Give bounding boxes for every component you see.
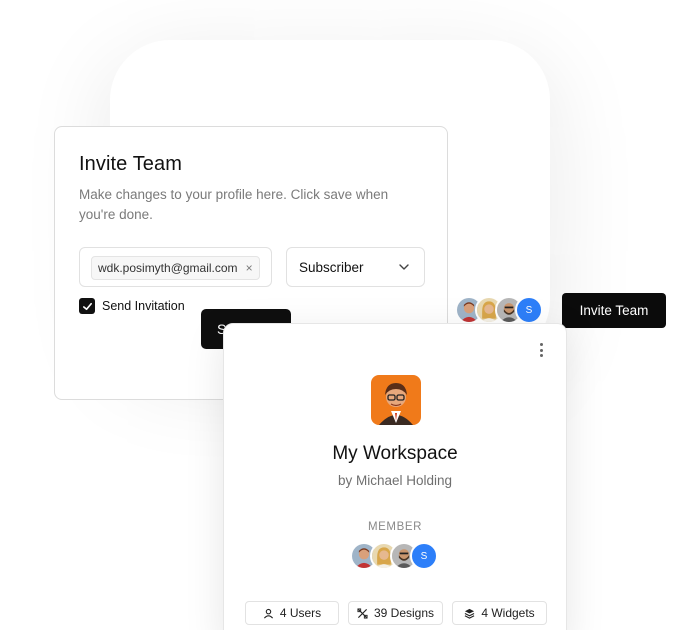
workspace-title: My Workspace (332, 443, 458, 464)
designs-stat-label: 39 Designs (373, 606, 435, 620)
send-invitation-label: Send Invitation (102, 299, 185, 313)
email-chip-text: wdk.posimyth@gmail.com (98, 261, 238, 275)
users-stat-label: 4 Users (279, 606, 322, 620)
workspace-stats: 4 Users 39 Designs 4 Widgets (245, 601, 547, 625)
role-select-value: Subscriber (299, 259, 364, 275)
team-avatar-group: S (455, 296, 543, 324)
chip-close-icon[interactable]: × (246, 262, 253, 274)
member-label: MEMBER (367, 521, 423, 533)
business-person-icon (371, 375, 421, 425)
workspace-card: My Workspace by Michael Holding MEMBER S… (223, 323, 567, 630)
avatar-initial: S (410, 542, 438, 570)
users-stat: 4 Users (245, 601, 339, 625)
layers-icon (464, 608, 475, 619)
workspace-logo (371, 375, 421, 425)
more-options-icon[interactable] (536, 342, 546, 358)
check-icon (82, 302, 92, 310)
chevron-down-icon (399, 264, 409, 270)
designs-stat: 39 Designs (348, 601, 443, 625)
invite-card-description: Make changes to your profile here. Click… (79, 187, 389, 222)
invite-team-button[interactable]: Invite Team (562, 293, 666, 328)
send-invitation-checkbox[interactable] (79, 298, 95, 314)
member-avatar-group: S (350, 542, 438, 570)
user-icon (263, 608, 273, 618)
invite-card-title: Invite Team (79, 153, 183, 175)
widgets-stat-label: 4 Widgets (481, 606, 535, 620)
role-select[interactable]: Subscriber (286, 247, 425, 287)
send-invitation-row: Send Invitation (79, 298, 185, 314)
design-tools-icon (357, 607, 368, 619)
workspace-owner: by Michael Holding (337, 473, 453, 488)
email-chip: wdk.posimyth@gmail.com × (91, 256, 260, 280)
avatar-initial: S (515, 296, 543, 324)
email-field[interactable]: wdk.posimyth@gmail.com × (79, 247, 272, 287)
widgets-stat: 4 Widgets (452, 601, 547, 625)
